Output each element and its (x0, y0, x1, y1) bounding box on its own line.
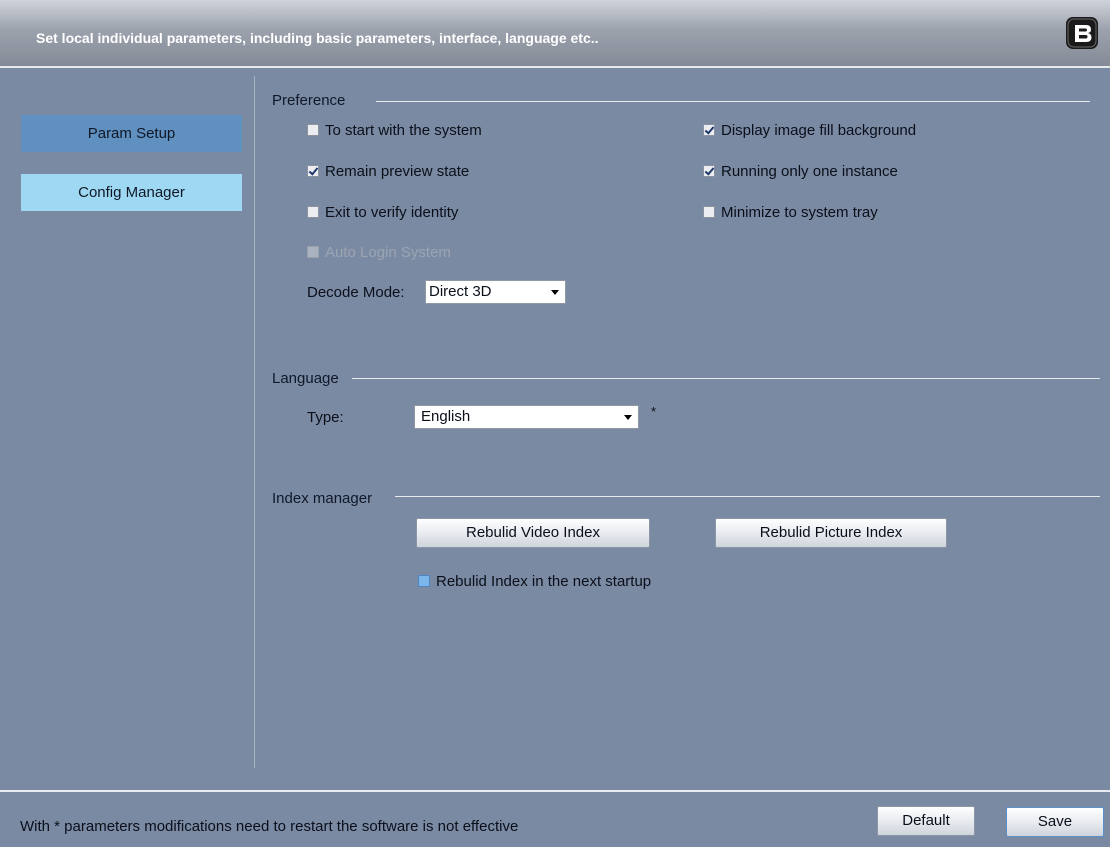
option-start-with-system[interactable]: To start with the system (307, 121, 482, 139)
option-display-image-fill[interactable]: Display image fill background (703, 121, 916, 139)
option-running-one-instance[interactable]: Running only one instance (703, 162, 898, 180)
language-section-title: Language (272, 370, 343, 387)
start-with-system-label: To start with the system (325, 121, 482, 139)
preference-section-title: Preference (272, 92, 350, 109)
decode-mode-select[interactable]: Direct 3D (425, 280, 566, 304)
rebuild-video-index-button[interactable]: Rebulid Video Index (416, 518, 650, 548)
display-image-fill-checkbox[interactable] (703, 124, 715, 136)
running-one-instance-checkbox[interactable] (703, 165, 715, 177)
option-remain-preview-state[interactable]: Remain preview state (307, 162, 469, 180)
index-manager-divider-line (395, 496, 1100, 497)
rebuild-picture-index-button[interactable]: Rebulid Picture Index (715, 518, 947, 548)
exit-verify-identity-label: Exit to verify identity (325, 203, 459, 221)
decode-mode-label: Decode Mode: (307, 284, 405, 301)
option-minimize-to-tray[interactable]: Minimize to system tray (703, 203, 878, 221)
language-value: English (421, 408, 471, 425)
display-image-fill-label: Display image fill background (721, 121, 917, 139)
running-one-instance-label: Running only one instance (721, 162, 898, 180)
sidebar-item-param-setup[interactable]: Param Setup (21, 115, 242, 152)
start-with-system-checkbox[interactable] (307, 124, 319, 136)
language-type-label: Type: (307, 409, 344, 426)
remain-preview-state-label: Remain preview state (325, 162, 470, 180)
option-exit-verify-identity[interactable]: Exit to verify identity (307, 203, 458, 221)
restart-note: With * parameters modifications need to … (20, 818, 519, 835)
brand-logo-icon (1066, 17, 1098, 49)
minimize-to-tray-label: Minimize to system tray (721, 203, 878, 221)
auto-login-system-label: Auto Login System (325, 243, 451, 261)
default-button[interactable]: Default (877, 806, 975, 836)
minimize-to-tray-checkbox[interactable] (703, 206, 715, 218)
preference-divider-line (376, 101, 1090, 102)
sidebar: Param Setup Config Manager (21, 115, 242, 233)
chevron-down-icon (624, 415, 632, 420)
index-manager-section-title: Index manager (272, 490, 377, 507)
option-auto-login-system: Auto Login System (307, 243, 451, 261)
option-rebuild-next-startup[interactable]: Rebulid Index in the next startup (418, 572, 651, 590)
sidebar-item-config-manager[interactable]: Config Manager (21, 174, 242, 211)
header-bar: Set local individual parameters, includi… (0, 0, 1110, 68)
rebuild-next-startup-checkbox[interactable] (418, 575, 430, 587)
save-button[interactable]: Save (1006, 807, 1104, 837)
remain-preview-state-checkbox[interactable] (307, 165, 319, 177)
restart-required-mark: * (651, 404, 657, 419)
rebuild-next-startup-label: Rebulid Index in the next startup (436, 572, 652, 590)
language-select[interactable]: English (414, 405, 639, 429)
panel-divider (254, 76, 255, 768)
footer-divider (0, 790, 1110, 792)
chevron-down-icon (551, 290, 559, 295)
exit-verify-identity-checkbox[interactable] (307, 206, 319, 218)
decode-mode-value: Direct 3D (429, 283, 492, 300)
language-divider-line (352, 378, 1100, 379)
header-description: Set local individual parameters, includi… (36, 30, 599, 46)
auto-login-system-checkbox (307, 246, 319, 258)
settings-window: Set local individual parameters, includi… (0, 0, 1110, 847)
